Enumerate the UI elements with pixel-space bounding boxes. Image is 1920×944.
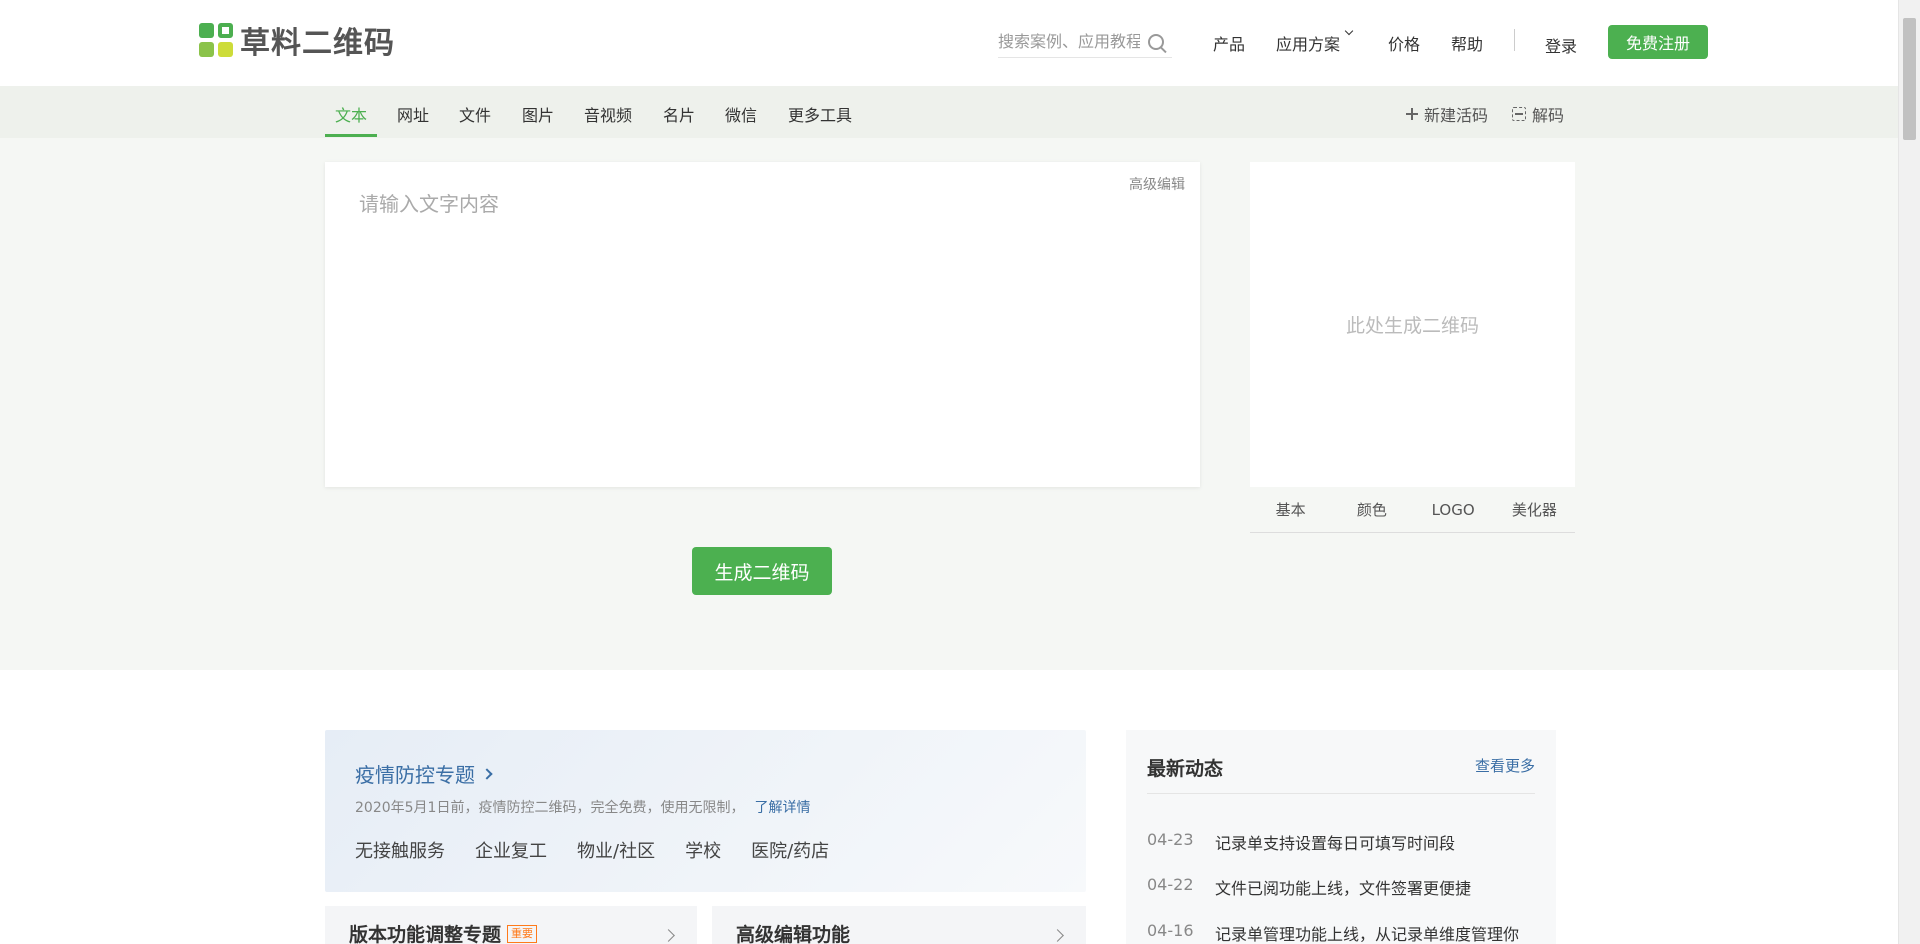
- epidemic-banner: 疫情防控专题 2020年5月1日前，疫情防控二维码，完全免费，使用无限制， 了解详…: [325, 730, 1086, 892]
- epidemic-tags: 无接触服务 企业复工 物业/社区 学校 医院/药店: [355, 837, 859, 863]
- generator-area: 高级编辑 生成二维码 此处生成二维码 基本 颜色 LOGO 美化器: [0, 138, 1898, 670]
- tab-business-card[interactable]: 名片: [663, 102, 695, 126]
- search-input[interactable]: [998, 32, 1140, 51]
- tab-audio-video[interactable]: 音视频: [584, 102, 632, 126]
- news-item[interactable]: 04-16 记录单管理功能上线，从记录单维度管理你: [1147, 921, 1519, 944]
- tool-tabs-bar: 文本 网址 文件 图片 音视频 名片 微信 更多工具 新建活码 解码: [0, 86, 1898, 138]
- epidemic-title-label: 疫情防控专题: [355, 763, 475, 787]
- nav-divider: [1514, 29, 1515, 51]
- epidemic-description: 2020年5月1日前，疫情防控二维码，完全免费，使用无限制， 了解详情: [355, 797, 810, 817]
- tab-more-tools[interactable]: 更多工具: [788, 102, 852, 126]
- qr-preview: 此处生成二维码: [1250, 162, 1575, 487]
- news-text: 记录单管理功能上线，从记录单维度管理你: [1215, 925, 1520, 944]
- tag-work-resumption[interactable]: 企业复工: [475, 837, 547, 863]
- feature-card-version[interactable]: 版本功能调整专题 重要: [325, 906, 697, 944]
- tab-wechat[interactable]: 微信: [725, 102, 757, 126]
- generate-qr-button[interactable]: 生成二维码: [692, 547, 832, 595]
- content-section: 疫情防控专题 2020年5月1日前，疫情防控二维码，完全免费，使用无限制， 了解详…: [0, 670, 1898, 944]
- nav-help[interactable]: 帮助: [1451, 31, 1483, 55]
- news-item[interactable]: 04-23 记录单支持设置每日可填写时间段: [1147, 830, 1455, 854]
- news-title: 最新动态: [1147, 758, 1224, 780]
- tab-file[interactable]: 文件: [459, 102, 491, 126]
- new-dynamic-code-link[interactable]: 新建活码: [1406, 102, 1488, 126]
- logo-text: 草料二维码: [240, 26, 395, 61]
- register-button[interactable]: 免费注册: [1608, 25, 1708, 59]
- qr-style-tabs: 基本 颜色 LOGO 美化器: [1250, 487, 1575, 533]
- logo-icon: [199, 22, 234, 58]
- qr-tab-basic[interactable]: 基本: [1250, 487, 1331, 532]
- view-more-link[interactable]: 查看更多: [1475, 755, 1535, 776]
- nav-price[interactable]: 价格: [1388, 31, 1420, 55]
- search-box: [998, 26, 1172, 58]
- feature-card-title: 高级编辑功能: [736, 920, 850, 944]
- tab-url[interactable]: 网址: [397, 102, 429, 126]
- news-date: 04-16: [1147, 921, 1194, 940]
- logo[interactable]: 草料二维码: [199, 18, 395, 62]
- text-editor: 高级编辑: [325, 162, 1200, 487]
- feature-title-text: 版本功能调整专题: [349, 924, 502, 944]
- nav-solutions[interactable]: 应用方案: [1276, 26, 1354, 55]
- tag-contactless[interactable]: 无接触服务: [355, 837, 445, 863]
- decode-link[interactable]: 解码: [1512, 102, 1564, 126]
- nav-price-label: 价格: [1388, 35, 1421, 54]
- important-badge: 重要: [507, 924, 538, 943]
- text-content-input[interactable]: [359, 188, 1159, 458]
- qr-tab-beautifier[interactable]: 美化器: [1494, 487, 1575, 532]
- news-divider: [1147, 793, 1535, 794]
- feature-title-text: 高级编辑功能: [736, 924, 851, 944]
- advanced-edit-link[interactable]: 高级编辑: [1129, 174, 1185, 194]
- nav-products[interactable]: 产品: [1213, 31, 1245, 55]
- epidemic-desc-text: 2020年5月1日前，疫情防控二维码，完全免费，使用无限制，: [355, 800, 745, 816]
- scan-icon: [1512, 107, 1526, 121]
- tab-text[interactable]: 文本: [335, 102, 367, 126]
- nav-products-label: 产品: [1213, 35, 1246, 54]
- chevron-right-icon: [481, 767, 493, 780]
- feature-card-title: 版本功能调整专题 重要: [349, 920, 538, 944]
- news-item[interactable]: 04-22 文件已阅功能上线，文件签署更便捷: [1147, 875, 1471, 899]
- news-text: 记录单支持设置每日可填写时间段: [1215, 834, 1456, 853]
- decode-label: 解码: [1532, 106, 1565, 125]
- tag-property-community[interactable]: 物业/社区: [577, 837, 655, 863]
- scrollbar-thumb[interactable]: [1903, 18, 1916, 140]
- chevron-down-icon: [1344, 26, 1354, 36]
- chevron-right-icon: [662, 929, 675, 942]
- news-date: 04-22: [1147, 875, 1194, 894]
- tab-image[interactable]: 图片: [522, 102, 554, 126]
- epidemic-title[interactable]: 疫情防控专题: [355, 759, 493, 788]
- qr-placeholder-text: 此处生成二维码: [1345, 315, 1479, 337]
- tag-hospital-pharmacy[interactable]: 医院/药店: [751, 837, 829, 863]
- active-tab-indicator: [325, 134, 377, 137]
- plus-icon: [1406, 108, 1418, 120]
- new-dynamic-code-label: 新建活码: [1424, 106, 1489, 125]
- learn-more-link[interactable]: 了解详情: [754, 800, 810, 816]
- feature-card-advanced[interactable]: 高级编辑功能: [712, 906, 1086, 944]
- login-label: 登录: [1545, 37, 1578, 56]
- qr-tab-color[interactable]: 颜色: [1331, 487, 1412, 532]
- news-panel: 最新动态 查看更多 04-23 记录单支持设置每日可填写时间段 04-22 文件…: [1126, 730, 1556, 944]
- login-link[interactable]: 登录: [1545, 33, 1577, 57]
- news-text: 文件已阅功能上线，文件签署更便捷: [1215, 879, 1472, 898]
- tag-school[interactable]: 学校: [685, 837, 721, 863]
- nav-solutions-label: 应用方案: [1276, 35, 1341, 54]
- news-date: 04-23: [1147, 830, 1194, 849]
- top-header: 草料二维码 产品 应用方案 价格 帮助 登录 免费注册: [0, 0, 1898, 86]
- qr-tab-logo[interactable]: LOGO: [1413, 487, 1494, 532]
- nav-help-label: 帮助: [1451, 35, 1484, 54]
- chevron-right-icon: [1051, 929, 1064, 942]
- page-scrollbar[interactable]: [1898, 0, 1920, 944]
- search-icon[interactable]: [1148, 33, 1164, 50]
